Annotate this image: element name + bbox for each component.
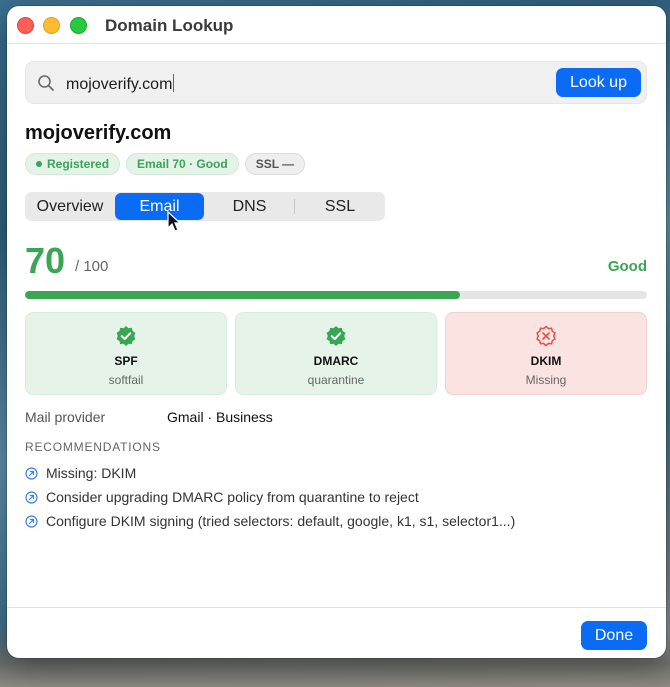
check-card-dmarc: DMARC quarantine [235,312,437,395]
domain-lookup-window: Domain Lookup mojoverify.com Look up moj… [7,6,666,658]
done-button[interactable]: Done [581,621,647,650]
segmented-tabs: Overview Email DNS SSL [25,192,385,221]
status-badge-ssl: SSL — [244,153,306,175]
look-up-button[interactable]: Look up [556,68,641,97]
search-input-value: mojoverify.com [66,76,173,93]
score-progress-fill [25,291,461,299]
minimize-window-button[interactable] [43,17,60,34]
score-progress-bar [25,291,647,299]
close-window-button[interactable] [17,17,34,34]
status-badge-registered: Registered [25,153,121,175]
check-name: DMARC [313,354,359,368]
recommendations-heading: RECOMMENDATIONS [25,440,161,454]
text-caret [173,74,175,92]
mail-provider-value: Gmail · Business [167,409,273,425]
recommendation-text: Consider upgrading DMARC policy from qua… [46,489,419,505]
mouse-pointer-icon [167,211,182,232]
status-dot-icon [36,161,42,167]
check-status: quarantine [307,373,365,387]
mail-provider-label: Mail provider [25,409,106,425]
email-checks: SPF softfail DMARC quarantine DKIM Missi… [25,312,647,395]
check-status: Missing [525,373,567,387]
badge-label: Email 70 · Good [137,157,228,171]
email-score-max: / 100 [75,258,109,275]
check-name: DKIM [530,354,562,368]
check-badge-icon [326,326,346,346]
search-bar: mojoverify.com Look up [25,61,647,104]
check-card-spf: SPF softfail [25,312,227,395]
email-score-rating: Good [607,258,647,275]
recommendation-item: Consider upgrading DMARC policy from qua… [25,485,515,509]
tab-email[interactable]: Email [115,193,204,220]
window-title: Domain Lookup [105,16,234,35]
badge-label: SSL — [255,157,295,171]
recommendation-item: Missing: DKIM [25,461,515,485]
tab-ssl[interactable]: SSL [295,192,385,221]
status-badge-email: Email 70 · Good [126,153,239,175]
arrow-circle-icon [25,490,38,504]
recommendation-item: Configure DKIM signing (tried selectors:… [25,509,515,533]
domain-title: mojoverify.com [25,122,172,144]
check-card-dkim: DKIM Missing [445,312,647,395]
search-icon [38,75,54,91]
check-badge-icon [116,326,136,346]
recommendation-text: Missing: DKIM [46,465,137,481]
status-badges: Registered Email 70 · Good SSL — [25,153,306,175]
recommendations-list: Missing: DKIM Consider upgrading DMARC p… [25,461,515,533]
recommendation-text: Configure DKIM signing (tried selectors:… [46,513,516,529]
badge-label: Registered [47,157,110,171]
tab-dns[interactable]: DNS [204,192,295,221]
arrow-circle-icon [25,466,38,480]
search-input[interactable]: mojoverify.com [66,74,175,94]
check-status: softfail [108,373,144,387]
tab-overview[interactable]: Overview [25,192,115,221]
x-badge-icon [536,325,556,347]
window-footer: Done [7,607,666,658]
check-name: SPF [114,354,138,368]
arrow-circle-icon [25,514,38,528]
maximize-window-button[interactable] [70,17,87,34]
email-score-value: 70 [25,240,66,281]
title-bar: Domain Lookup [7,6,666,44]
